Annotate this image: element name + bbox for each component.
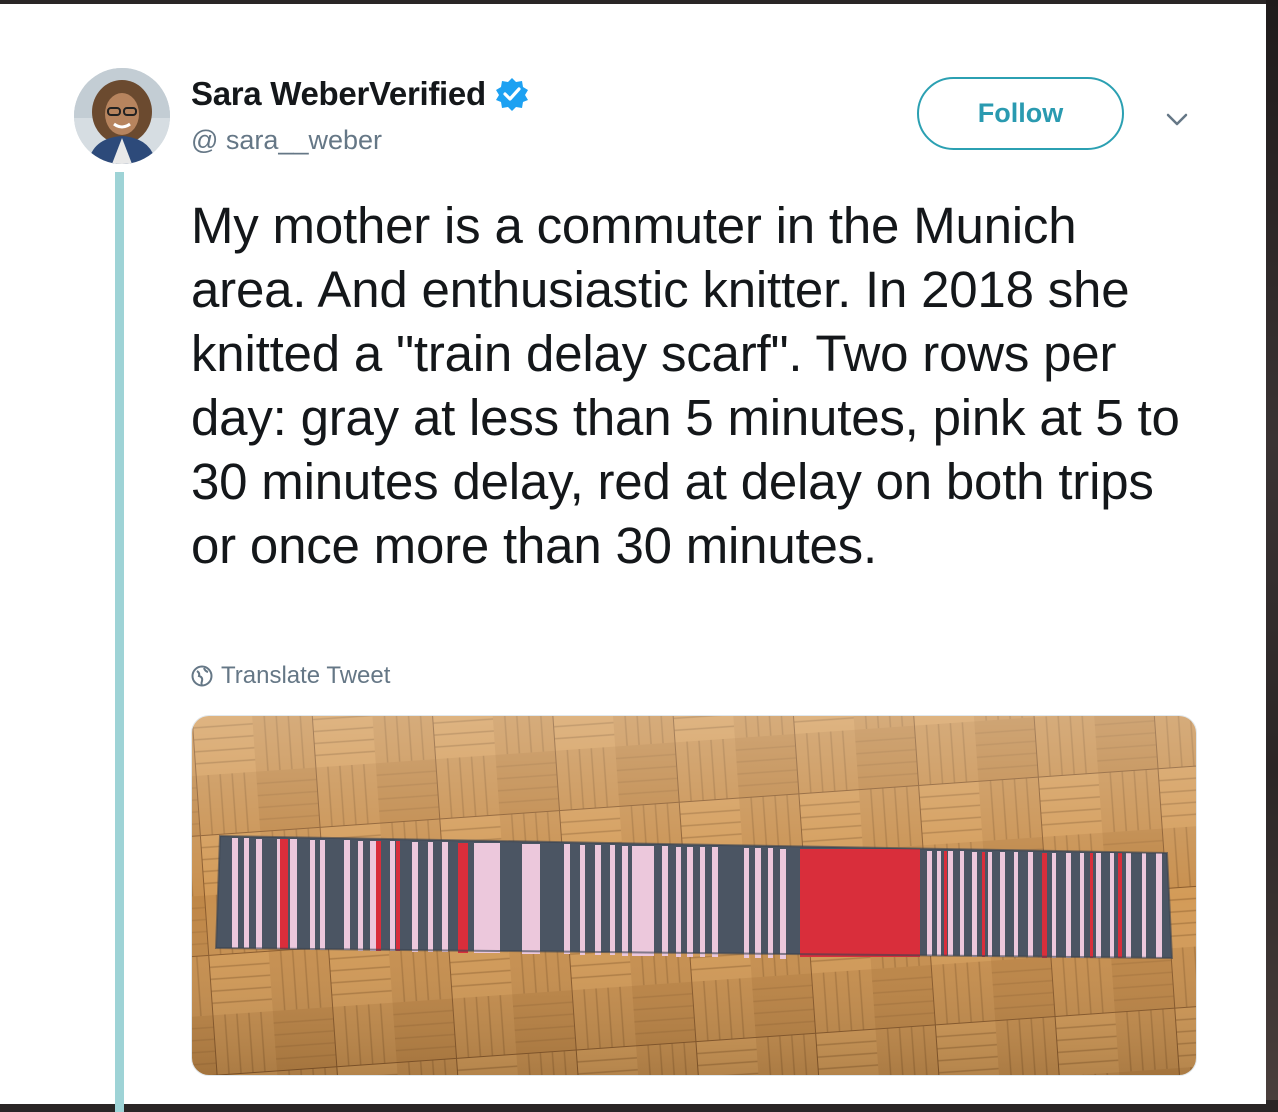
thread-line bbox=[115, 172, 124, 1112]
follow-button[interactable]: Follow bbox=[917, 77, 1124, 150]
background-edge bbox=[1266, 0, 1278, 1100]
tweet-text: My mother is a commuter in the Munich ar… bbox=[191, 197, 1180, 574]
chevron-down-icon[interactable] bbox=[1162, 104, 1192, 134]
author-handle[interactable]: @ sara__weber bbox=[191, 125, 382, 156]
globe-icon bbox=[191, 665, 213, 687]
verified-badge-icon bbox=[495, 78, 528, 111]
tweet-card: Sara Weber Verified @ sara__weber Follow … bbox=[0, 4, 1266, 1112]
author-name-row: Sara Weber Verified bbox=[191, 74, 530, 114]
translate-tweet-link[interactable]: Translate Tweet bbox=[191, 660, 390, 692]
verified-label: Verified bbox=[369, 75, 486, 112]
translate-label: Translate Tweet bbox=[221, 662, 391, 689]
author-name[interactable]: Sara Weber bbox=[191, 75, 369, 113]
avatar[interactable] bbox=[74, 68, 170, 164]
tweet-photo[interactable] bbox=[191, 715, 1197, 1076]
